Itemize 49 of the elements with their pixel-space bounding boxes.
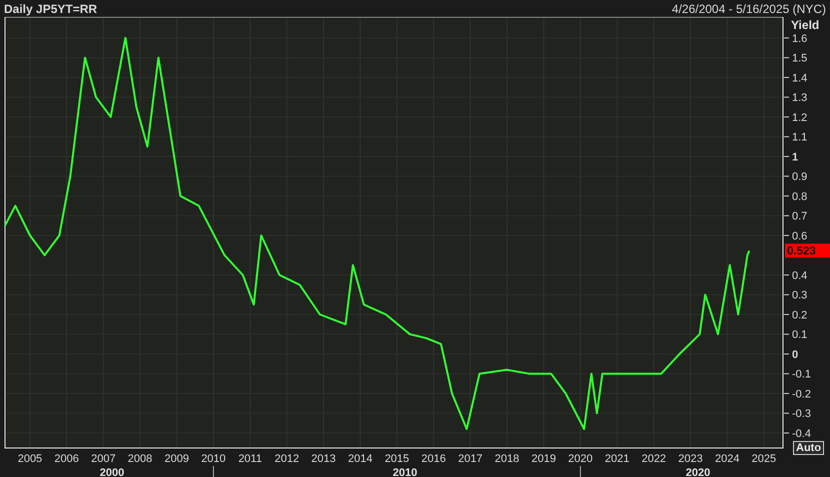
y-tick-label: -0.4	[792, 428, 811, 440]
y-tick-label: 1.3	[792, 92, 808, 104]
x-tick-label: 2009	[164, 453, 189, 465]
y-tick-label: 0.7	[792, 210, 808, 223]
x-tick-label: 2010	[201, 453, 226, 465]
x-tick-label: 2017	[458, 453, 483, 465]
x-tick-label: 2021	[604, 453, 630, 465]
y-tick-label: 0.6	[792, 230, 808, 242]
x-tick-label: 2024	[714, 453, 740, 465]
y-tick-label: 0.3	[792, 290, 808, 302]
x-tick-label: 2005	[18, 453, 42, 465]
y-tick-label: 0.1	[792, 329, 808, 342]
x-tick-label: 2019	[531, 453, 556, 465]
auto-scale-button[interactable]: Auto	[793, 441, 824, 455]
y-tick-label: 1.4	[792, 72, 808, 84]
decade-label: 2010	[392, 467, 418, 477]
axis-title: Yield	[791, 18, 820, 32]
x-tick-label: 2012	[274, 453, 300, 465]
x-tick-label: 2020	[568, 453, 593, 465]
x-tick-label: 2008	[128, 453, 152, 465]
y-tick-label: 0.8	[792, 190, 808, 203]
decade-label: 2020	[686, 467, 710, 477]
x-tick-label: 2015	[384, 453, 410, 465]
y-tick-label: 1.1	[792, 132, 808, 144]
x-tick-label: 2006	[54, 453, 79, 465]
x-tick-label: 2023	[678, 453, 703, 465]
last-price-label: 0.523	[785, 244, 830, 258]
y-tick-label: 0.2	[792, 309, 808, 322]
y-tick-label: 0.9	[792, 171, 808, 184]
y-tick-label: -0.2	[792, 388, 811, 400]
chart-title: Daily JP5YT=RR	[4, 0, 98, 18]
y-tick-label: -0.1	[792, 368, 811, 381]
y-tick-label: 1.5	[792, 52, 808, 65]
x-tick-label: 2014	[348, 453, 372, 465]
x-tick-label: 2022	[642, 453, 666, 465]
y-tick-label: -0.3	[792, 408, 811, 420]
x-tick-label: 2018	[494, 453, 520, 465]
decade-label: 2000	[100, 467, 124, 477]
y-tick-label: 1	[792, 151, 798, 164]
x-tick-label: 2013	[311, 453, 336, 465]
y-tick-label: 0.4	[792, 270, 808, 282]
x-tick-label: 2016	[421, 453, 446, 465]
y-tick-label: 0	[792, 348, 798, 361]
y-tick-label: 1.2	[792, 112, 808, 124]
x-tick-label: 2007	[91, 453, 116, 465]
date-range: 4/26/2004 - 5/16/2025 (NYC)	[672, 0, 826, 18]
x-tick-label: 2011	[238, 453, 262, 465]
x-tick-label: 2025	[752, 453, 776, 465]
y-tick-label: 1.6	[792, 32, 808, 45]
